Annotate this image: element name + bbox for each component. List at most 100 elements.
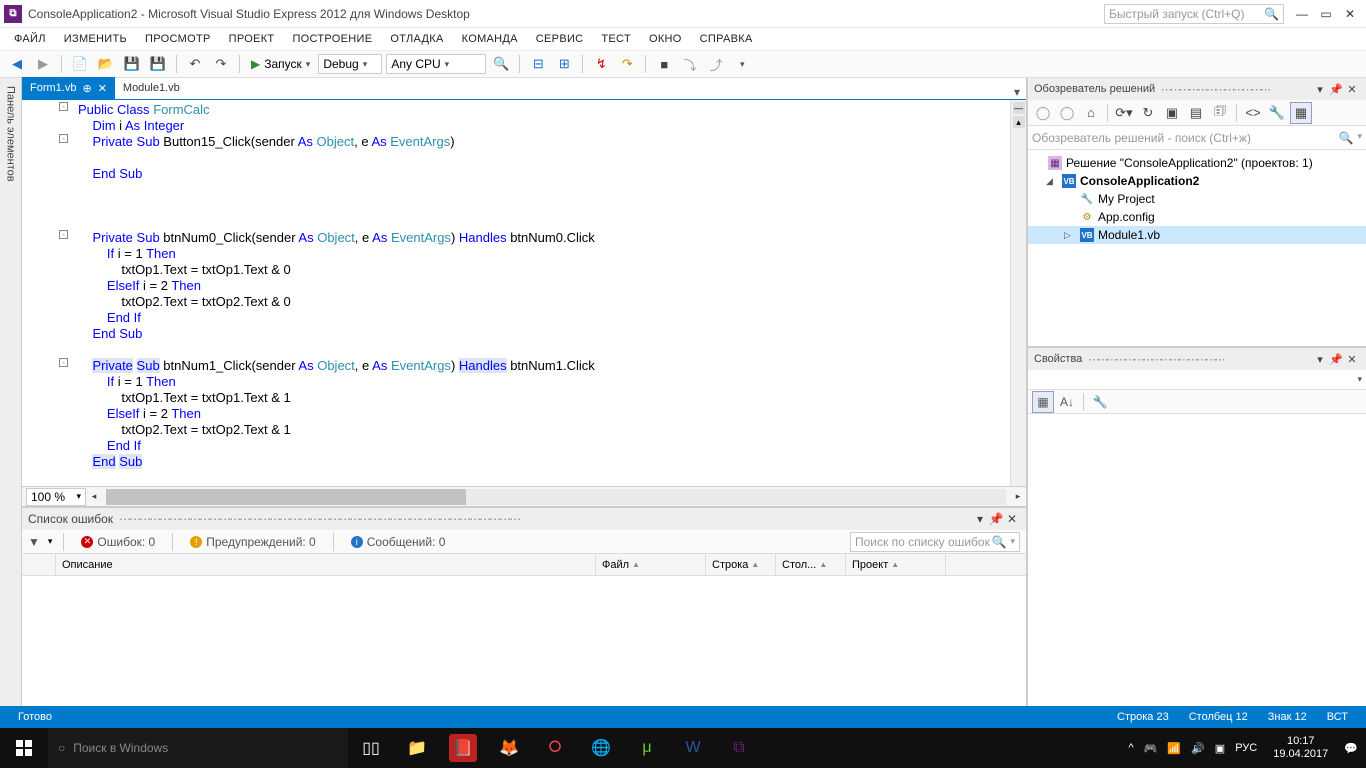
collapse-button[interactable]: ▣ — [1161, 102, 1183, 124]
clock[interactable]: 10:17 19.04.2017 — [1267, 735, 1334, 761]
start-button[interactable] — [0, 728, 48, 768]
menu-файл[interactable]: ФАЙЛ — [6, 31, 54, 47]
close-icon[interactable]: ✕ — [98, 82, 107, 95]
error-search-input[interactable]: Поиск по списку ошибок 🔍 ▾ — [850, 532, 1020, 552]
fold-toggle[interactable]: - — [59, 134, 68, 143]
defender-icon[interactable]: ▣ — [1215, 742, 1225, 755]
code-view-button[interactable]: <> — [1242, 102, 1264, 124]
error-col[interactable]: Проект▲ — [846, 554, 946, 575]
fold-toggle[interactable]: - — [59, 102, 68, 111]
properties-button[interactable]: 🗊 — [1209, 102, 1231, 124]
panel-menu-button[interactable]: ▾ — [1312, 83, 1328, 96]
tree-item[interactable]: ⚙App.config — [1028, 208, 1366, 226]
nav-forward-button[interactable]: ▶ — [32, 53, 54, 75]
forward-button[interactable]: ◯ — [1056, 102, 1078, 124]
nav-back-button[interactable]: ◀ — [6, 53, 28, 75]
filter-icon[interactable]: ▼ — [28, 535, 40, 549]
menu-команда[interactable]: КОМАНДА — [454, 31, 526, 47]
horizontal-scrollbar[interactable] — [106, 489, 1006, 505]
opera-app[interactable]: ⭘ — [532, 728, 578, 768]
menu-окно[interactable]: ОКНО — [641, 31, 690, 47]
toolbox-panel-collapsed[interactable]: Панель элементов — [0, 78, 22, 706]
vs-app[interactable]: ⧉ — [716, 728, 762, 768]
solution-tree[interactable]: ▦ Решение "ConsoleApplication2" (проекто… — [1028, 150, 1366, 346]
language-indicator[interactable]: РУС — [1235, 742, 1257, 754]
pin-icon[interactable]: ⊕ — [82, 82, 91, 95]
maximize-button[interactable]: ▭ — [1314, 4, 1338, 24]
error-col[interactable]: Описание — [56, 554, 596, 575]
solution-node[interactable]: ▦ Решение "ConsoleApplication2" (проекто… — [1028, 154, 1366, 172]
close-icon[interactable]: ✕ — [1344, 353, 1360, 366]
word-app[interactable]: W — [670, 728, 716, 768]
toolbar-overflow-button[interactable]: ▾ — [731, 53, 753, 75]
tray-expand-icon[interactable]: ^ — [1129, 742, 1134, 754]
zoom-combo[interactable]: 100 % ▾ — [26, 488, 86, 506]
taskbar-search-input[interactable]: ○ Поиск в Windows — [48, 728, 348, 768]
find-button[interactable]: 🔍 — [490, 53, 512, 75]
stop-button[interactable]: ■ — [653, 53, 675, 75]
tree-item[interactable]: 🔧My Project — [1028, 190, 1366, 208]
menu-отладка[interactable]: ОТЛАДКА — [382, 31, 451, 47]
app-orange[interactable]: 🦊 — [486, 728, 532, 768]
chrome-app[interactable]: 🌐 — [578, 728, 624, 768]
app-red[interactable]: 📕 — [449, 734, 477, 762]
save-button[interactable]: 💾 — [121, 53, 143, 75]
fold-toggle[interactable]: - — [59, 230, 68, 239]
comment-button[interactable]: ⊟ — [527, 53, 549, 75]
back-button[interactable]: ◯ — [1032, 102, 1054, 124]
menu-изменить[interactable]: ИЗМЕНИТЬ — [56, 31, 135, 47]
quick-launch-input[interactable]: Быстрый запуск (Ctrl+Q) 🔍 — [1104, 4, 1284, 24]
project-node[interactable]: ◢ VB ConsoleApplication2 — [1028, 172, 1366, 190]
scrollbar-thumb[interactable] — [106, 489, 466, 505]
error-col[interactable]: Файл▲ — [596, 554, 706, 575]
save-all-button[interactable]: 💾 — [147, 53, 169, 75]
explorer-app[interactable]: 📁 — [394, 728, 440, 768]
minimize-button[interactable]: — — [1290, 4, 1314, 24]
menu-справка[interactable]: СПРАВКА — [692, 31, 761, 47]
tree-item[interactable]: ▷VBModule1.vb — [1028, 226, 1366, 244]
code-editor[interactable]: -Public Class FormCalc Dim i As Integer-… — [22, 100, 1010, 486]
error-col[interactable]: Стол...▲ — [776, 554, 846, 575]
properties-object-combo[interactable]: ▾ — [1028, 370, 1366, 390]
open-button[interactable]: 📂 — [95, 53, 117, 75]
property-pages-button[interactable]: 🔧 — [1089, 391, 1111, 413]
preview-button[interactable]: ▦ — [1290, 102, 1312, 124]
close-icon[interactable]: ✕ — [1344, 83, 1360, 96]
show-all-button[interactable]: ▤ — [1185, 102, 1207, 124]
home-button[interactable]: ⌂ — [1080, 102, 1102, 124]
network-icon[interactable]: 📶 — [1167, 742, 1181, 755]
fold-toggle[interactable]: - — [59, 358, 68, 367]
step-into-button[interactable]: ↯ — [590, 53, 612, 75]
warnings-filter[interactable]: ! Предупреждений: 0 — [184, 532, 322, 552]
platform-combo[interactable]: Any CPU ▾ — [386, 54, 486, 74]
uncomment-button[interactable]: ⊞ — [553, 53, 575, 75]
new-project-button[interactable]: 📄 — [69, 53, 91, 75]
step-out-button[interactable]: ⤴ — [705, 53, 727, 75]
error-col[interactable]: Строка▲ — [706, 554, 776, 575]
redo-button[interactable]: ↷ — [210, 53, 232, 75]
gamepad-icon[interactable]: 🎮 — [1144, 742, 1158, 755]
step-over-button[interactable]: ↷ — [616, 53, 638, 75]
alphabetical-button[interactable]: A↓ — [1056, 391, 1078, 413]
volume-icon[interactable]: 🔊 — [1191, 742, 1205, 755]
menu-тест[interactable]: ТЕСТ — [593, 31, 639, 47]
hscroll-right[interactable]: ▸ — [1010, 486, 1026, 508]
menu-сервис[interactable]: СЕРВИС — [528, 31, 592, 47]
step-button[interactable]: ⤵ — [679, 53, 701, 75]
properties-grid[interactable] — [1028, 414, 1366, 706]
pin-icon[interactable]: 📌 — [988, 512, 1004, 526]
utorrent-app[interactable]: μ — [624, 728, 670, 768]
pin-icon[interactable]: 📌 — [1328, 83, 1344, 96]
pin-icon[interactable]: 📌 — [1328, 353, 1344, 366]
error-col[interactable] — [22, 554, 56, 575]
collapse-arrow-icon[interactable]: ◢ — [1046, 176, 1058, 187]
scroll-up-button[interactable]: ▴ — [1013, 116, 1025, 128]
config-combo[interactable]: Debug ▾ — [318, 54, 382, 74]
sync-button[interactable]: ⟳▾ — [1113, 102, 1135, 124]
menu-просмотр[interactable]: ПРОСМОТР — [137, 31, 219, 47]
panel-menu-button[interactable]: ▾ — [1312, 353, 1328, 366]
expand-arrow-icon[interactable]: ▷ — [1064, 230, 1076, 241]
panel-menu-button[interactable]: ▾ — [972, 512, 988, 526]
tab-form1[interactable]: Form1.vb ⊕ ✕ — [22, 77, 115, 99]
wrench-button[interactable]: 🔧 — [1266, 102, 1288, 124]
